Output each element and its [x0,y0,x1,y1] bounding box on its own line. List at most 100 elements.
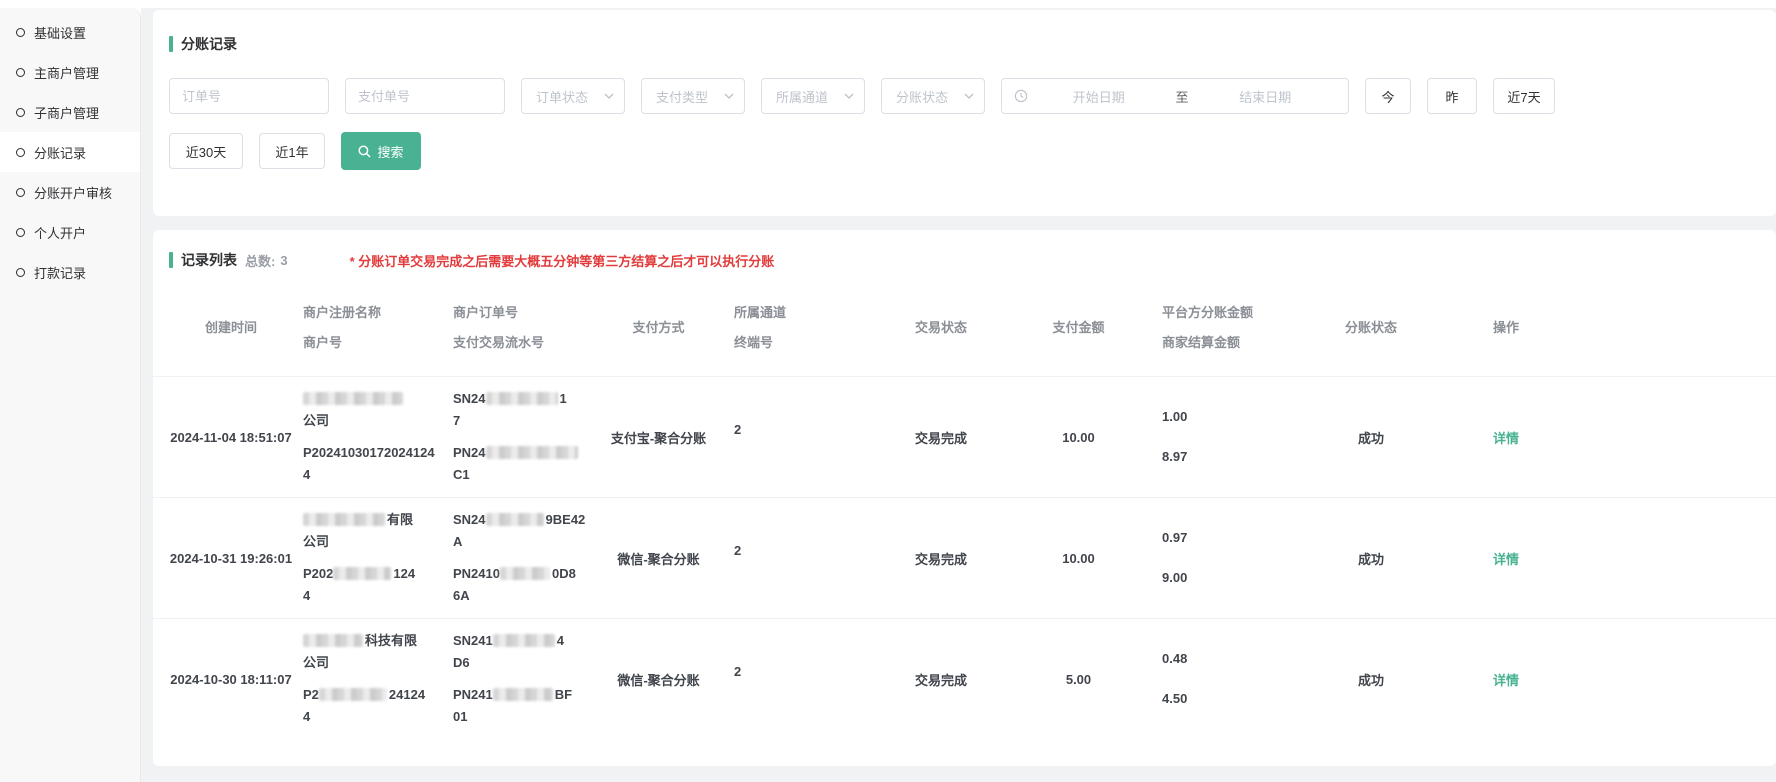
column-header: 交易状态 [881,313,1001,343]
last-7-days-button[interactable]: 近7天 [1493,78,1555,114]
redacted-text [303,392,403,405]
circle-icon [16,28,25,37]
detail-link[interactable]: 详情 [1493,673,1519,688]
table-header-grid: 创建时间商户注册名称商户号商户订单号支付交易流水号支付方式所属通道终端号交易状态… [161,280,1776,376]
chevron-down-icon [604,91,614,101]
cell-split-amounts: 1.008.97 [1156,406,1316,468]
circle-icon [16,148,25,157]
sidebar-item[interactable]: 基础设置 [0,12,140,52]
main-content: 分账记录 订单状态 支付类型 所属通道 分账状态 [141,8,1776,782]
order-status-select-label: 订单状态 [536,87,588,106]
chevron-down-icon [844,91,854,101]
cell-merchant: 有限公司P2021244 [301,509,451,607]
last-1-year-button[interactable]: 近1年 [259,133,325,169]
today-button[interactable]: 今 [1365,78,1411,114]
total-label: 总数: [245,251,275,270]
sidebar-item[interactable]: 分账开户审核 [0,172,140,212]
column-header: 支付金额 [1001,313,1156,343]
table-row: 2024-10-31 19:26:01有限公司P2021244SN249BE42… [153,497,1776,618]
pay-no-input[interactable] [345,78,505,114]
column-header: 商户注册名称商户号 [301,298,451,358]
sidebar-item-label: 主商户管理 [34,63,99,82]
cell-split-status: 成功 [1316,670,1426,689]
sidebar-item[interactable]: 子商户管理 [0,92,140,132]
circle-icon [16,68,25,77]
cell-terminal: 2 [716,422,881,437]
cell-order-numbers: SN2417PN24C1 [451,388,601,486]
sidebar-item-label: 分账开户审核 [34,183,112,202]
column-header: 商户订单号支付交易流水号 [451,298,601,358]
cell-merchant: 公司P202410301720241244 [301,388,451,486]
cell-trade-status: 交易完成 [881,428,1001,447]
split-status-select-label: 分账状态 [896,87,948,106]
redacted-text [486,446,578,459]
cell-order-numbers: SN2414D6PN241BF01 [451,630,601,728]
cell-action: 详情 [1426,670,1586,689]
cell-split-amounts: 0.484.50 [1156,648,1316,710]
table-body: 2024-11-04 18:51:07公司P202410301720241244… [153,376,1776,739]
detail-link[interactable]: 详情 [1493,431,1519,446]
redacted-text [333,567,391,580]
table-row: 2024-11-04 18:51:07公司P202410301720241244… [153,376,1776,497]
cell-terminal: 2 [716,543,881,558]
column-header: 分账状态 [1316,313,1426,343]
sidebar-item[interactable]: 分账记录 [0,132,140,172]
split-status-select[interactable]: 分账状态 [881,78,985,114]
settlement-note: * 分账订单交易完成之后需要大概五分钟等第三方结算之后才可以执行分账 [350,251,775,270]
table-header: 创建时间商户注册名称商户号商户订单号支付交易流水号支付方式所属通道终端号交易状态… [153,280,1776,376]
table-row: 2024-10-30 18:11:07科技有限公司P2241244SN2414D… [153,618,1776,739]
end-date-placeholder: 结束日期 [1195,87,1337,106]
search-button[interactable]: 搜索 [341,132,421,170]
filter-row-1: 订单状态 支付类型 所属通道 分账状态 [169,78,1760,114]
filter-row-2: 近30天 近1年 搜索 [169,132,1760,170]
pay-type-select[interactable]: 支付类型 [641,78,745,114]
total-value: 3 [280,253,287,268]
column-header: 支付方式 [601,313,716,343]
redacted-text [493,688,553,701]
sidebar-menu: 基础设置主商户管理子商户管理分账记录分账开户审核个人开户打款记录 [0,8,141,782]
sidebar-item-label: 个人开户 [34,223,86,242]
clock-icon [1014,89,1028,103]
sidebar-item[interactable]: 主商户管理 [0,52,140,92]
search-icon [358,145,371,158]
detail-link[interactable]: 详情 [1493,552,1519,567]
column-header: 平台方分账金额商家结算金额 [1156,298,1316,358]
redacted-text [493,634,555,647]
redacted-text [486,513,544,526]
cell-created-time: 2024-10-30 18:11:07 [161,672,301,687]
date-range-picker[interactable]: 开始日期 至 结束日期 [1001,78,1349,114]
cell-trade-status: 交易完成 [881,549,1001,568]
column-header: 所属通道终端号 [716,298,881,358]
cell-action: 详情 [1426,428,1586,447]
order-no-input[interactable] [169,78,329,114]
filter-card: 分账记录 订单状态 支付类型 所属通道 分账状态 [153,10,1776,216]
cell-action: 详情 [1426,549,1586,568]
cell-amount: 5.00 [1001,672,1156,687]
channel-select[interactable]: 所属通道 [761,78,865,114]
redacted-text [500,567,550,580]
column-header: 创建时间 [161,313,301,343]
cell-terminal: 2 [716,664,881,679]
circle-icon [16,188,25,197]
search-button-label: 搜索 [377,142,403,161]
sidebar-item-label: 基础设置 [34,23,86,42]
top-strip [0,0,1776,8]
sidebar-item[interactable]: 个人开户 [0,212,140,252]
cell-pay-method: 微信-聚合分账 [601,670,716,689]
pay-type-select-label: 支付类型 [656,87,708,106]
page-title-row: 分账记录 [169,34,1760,54]
date-range-separator: 至 [1170,87,1195,106]
redacted-text [303,634,363,647]
cell-created-time: 2024-10-31 19:26:01 [161,551,301,566]
yesterday-button[interactable]: 昨 [1427,78,1477,114]
order-status-select[interactable]: 订单状态 [521,78,625,114]
sidebar-item[interactable]: 打款记录 [0,252,140,292]
cell-trade-status: 交易完成 [881,670,1001,689]
cell-amount: 10.00 [1001,551,1156,566]
last-30-days-button[interactable]: 近30天 [169,133,243,169]
cell-split-amounts: 0.979.00 [1156,527,1316,589]
cell-order-numbers: SN249BE42APN24100D86A [451,509,601,607]
cell-created-time: 2024-11-04 18:51:07 [161,430,301,445]
cell-split-status: 成功 [1316,549,1426,568]
chevron-down-icon [724,91,734,101]
